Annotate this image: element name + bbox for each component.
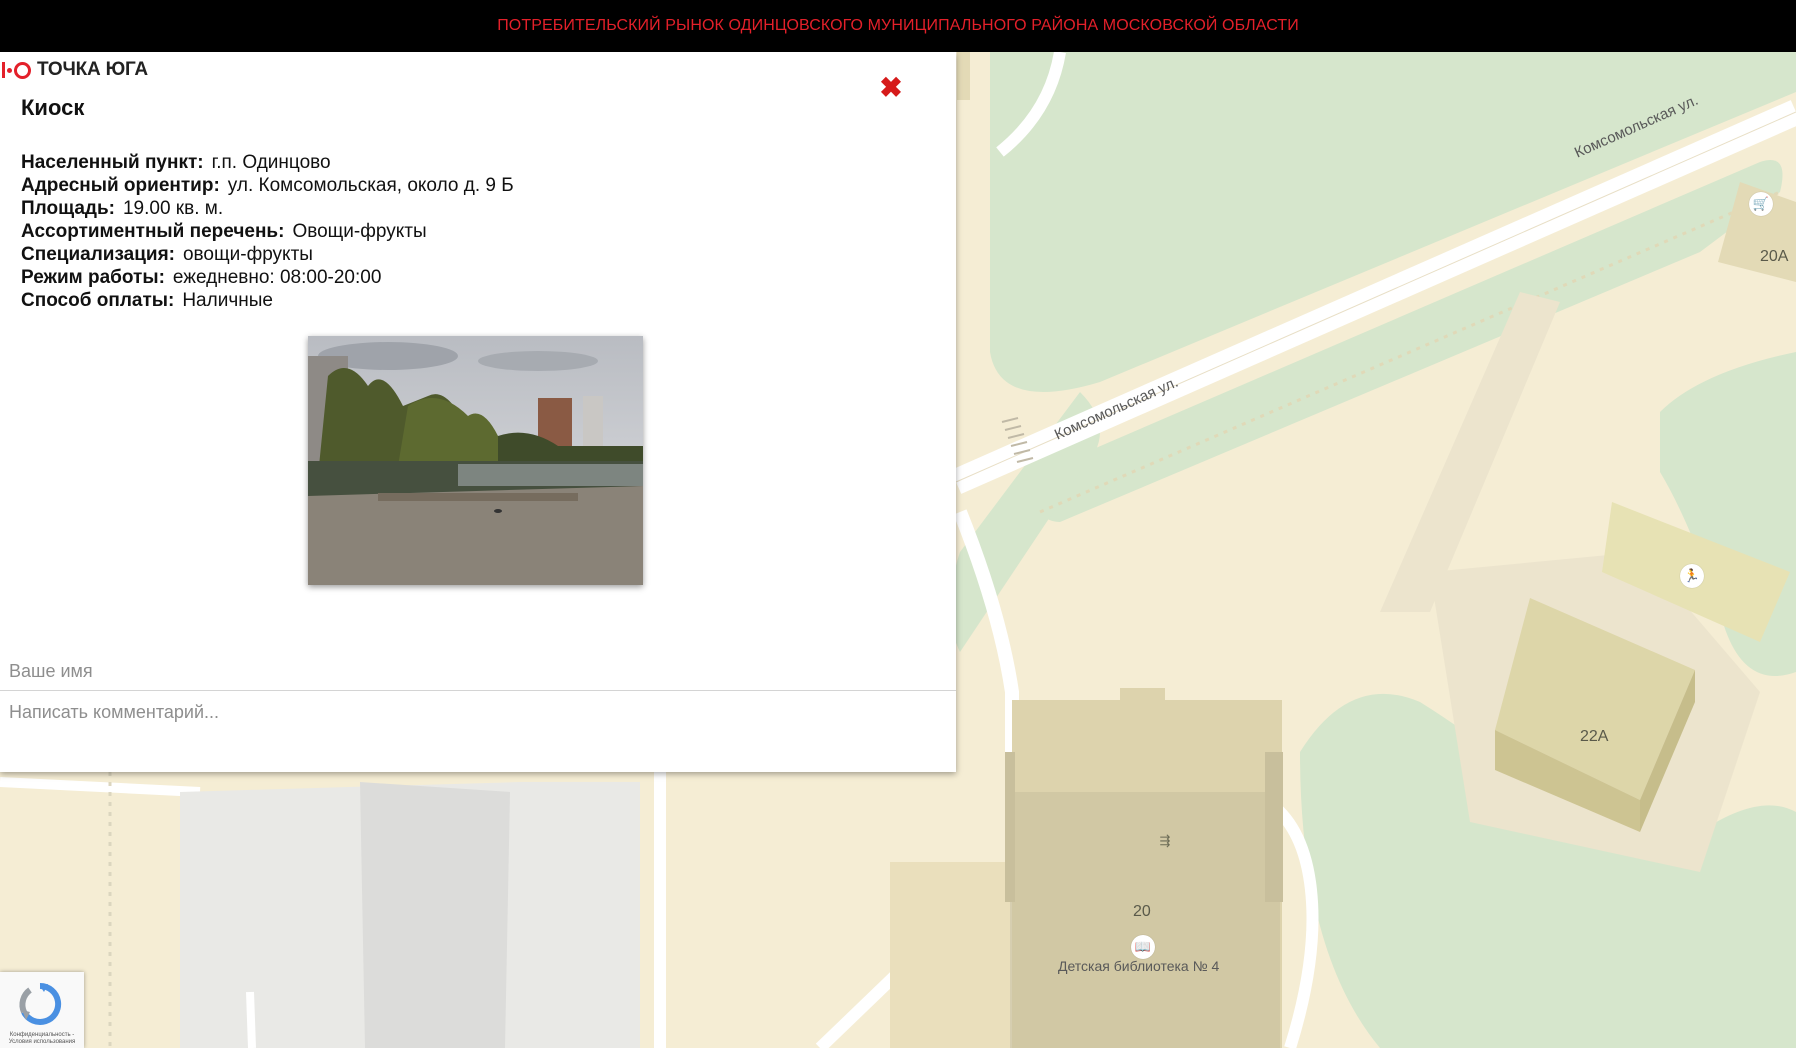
book-icon[interactable]: 📖 [1131, 935, 1155, 959]
recaptcha-icon [19, 982, 62, 1025]
shopping-cart-icon[interactable]: 🛒 [1749, 192, 1773, 216]
info-list: Населенный пункт: г.п. Одинцово Адресный … [21, 151, 514, 312]
logo-text: ТОЧКА ЮГА [37, 59, 148, 80]
building-number: 22А [1580, 728, 1609, 745]
info-row: Способ оплаты: Наличные [21, 289, 514, 312]
info-value: овощи-фрукты [182, 244, 313, 265]
info-value: 19.00 кв. м. [122, 198, 224, 219]
recaptcha-badge[interactable]: Конфиденциальность - Условия использован… [0, 972, 84, 1048]
info-key: Режим работы: [21, 267, 165, 288]
name-input[interactable] [0, 652, 956, 691]
building-number: 20 [1133, 903, 1151, 920]
comment-textarea[interactable] [0, 693, 956, 767]
info-key: Адресный ориентир: [21, 175, 220, 196]
kiosk-info-popup: ТОЧКА ЮГА ✖ Киоск Населенный пункт: г.п. … [0, 52, 956, 772]
info-row: Ассортиментный перечень: Овощи-фрукты [21, 220, 514, 243]
info-row: Населенный пункт: г.п. Одинцово [21, 151, 514, 174]
recaptcha-links[interactable]: Конфиденциальность - Условия использован… [2, 1032, 82, 1046]
info-value: Овощи-фрукты [292, 221, 427, 242]
kiosk-photo[interactable] [308, 336, 643, 585]
object-type-title: Киоск [21, 95, 85, 120]
info-row: Режим работы: ежедневно: 08:00-20:00 [21, 266, 514, 289]
info-key: Площадь: [21, 198, 115, 219]
info-row: Площадь: 19.00 кв. м. [21, 197, 514, 220]
header-title: ПОТРЕБИТЕЛЬСКИЙ РЫНОК ОДИНЦОВСКОГО МУНИЦ… [497, 17, 1299, 34]
info-row: Специализация: овощи-фрукты [21, 243, 514, 266]
building-number: 20А [1760, 248, 1789, 265]
info-key: Ассортиментный перечень: [21, 221, 285, 242]
info-row: Адресный ориентир: ул. Комсомольская, око… [21, 174, 514, 197]
close-icon[interactable]: ✖ [876, 72, 906, 103]
running-person-icon[interactable]: 🏃 [1680, 564, 1704, 588]
info-value: ул. Комсомольская, около д. 9 Б [227, 175, 514, 196]
info-value: г.п. Одинцово [211, 152, 331, 173]
top-header: ПОТРЕБИТЕЛЬСКИЙ РЫНОК ОДИНЦОВСКОГО МУНИЦ… [0, 0, 1796, 52]
info-value: Наличные [182, 290, 273, 311]
info-key: Способ оплаты: [21, 290, 175, 311]
logo-mark-icon [2, 61, 31, 79]
info-value: ежедневно: 08:00-20:00 [172, 267, 382, 288]
poi-label[interactable]: Детская библиотека № 4 [1058, 958, 1219, 974]
info-key: Населенный пункт: [21, 152, 204, 173]
logo: ТОЧКА ЮГА [2, 58, 148, 82]
info-key: Специализация: [21, 244, 175, 265]
entrance-icon[interactable]: ⇶ [1153, 829, 1177, 853]
